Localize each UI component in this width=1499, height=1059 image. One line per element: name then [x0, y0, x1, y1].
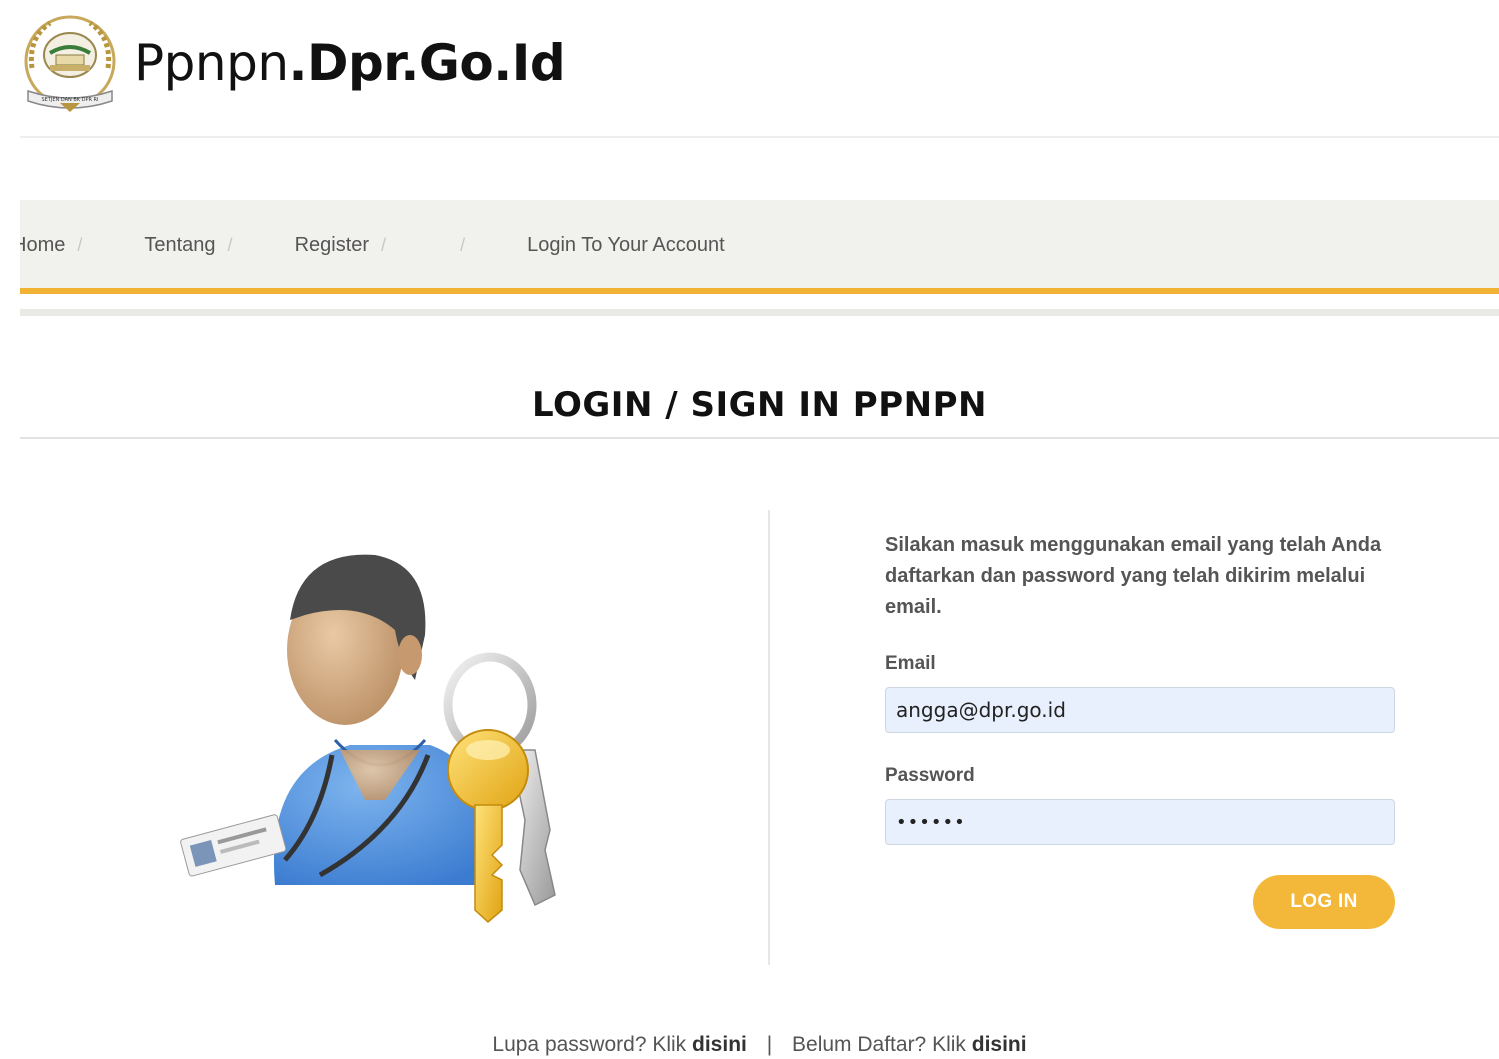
nav-separator: /	[227, 234, 233, 255]
site-title[interactable]: Ppnpn.Dpr.Go.Id	[134, 34, 566, 92]
nav-accent-bar	[20, 288, 1499, 294]
email-field[interactable]: angga@dpr.go.id	[885, 687, 1395, 733]
nav-item-tentang[interactable]: Tentang	[144, 234, 215, 257]
site-title-light: Ppnpn	[134, 34, 289, 92]
nav-separator: /	[381, 234, 387, 255]
register-link[interactable]: disini	[972, 1033, 1027, 1056]
nav-separator: /	[460, 234, 466, 255]
column-divider	[768, 510, 770, 965]
password-label: Password	[885, 765, 975, 786]
nav-item-register[interactable]: Register	[295, 234, 369, 257]
logo-text: SETJEN DAN BK DPR RI	[41, 97, 98, 103]
title-divider	[20, 437, 1499, 439]
forgot-password-link[interactable]: disini	[692, 1033, 747, 1056]
site-title-bold: .Dpr.Go.Id	[288, 34, 566, 92]
nav-separator: /	[77, 234, 83, 255]
breadcrumb-nav: Home / Tentang / Register / / Login To Y…	[20, 200, 1499, 290]
login-form: Silakan masuk menggunakan email yang tel…	[885, 530, 1395, 929]
forgot-password-text: Lupa password? Klik	[492, 1033, 693, 1056]
footer-separator: |	[766, 1033, 773, 1056]
login-instructions: Silakan masuk menggunakan email yang tel…	[885, 534, 1382, 618]
header-divider	[20, 136, 1499, 138]
nav-item-home[interactable]: Home	[20, 234, 65, 257]
nav-bottom-bar	[20, 309, 1499, 316]
page-title: LOGIN / SIGN IN PPNPN	[532, 385, 987, 425]
user-with-keys-icon	[180, 554, 556, 924]
password-field[interactable]: ••••••	[885, 799, 1395, 845]
site-header: SETJEN DAN BK DPR RI Ppnpn.Dpr.Go.Id	[20, 8, 566, 118]
nav-item-login[interactable]: Login To Your Account	[527, 234, 725, 257]
footer-links: Lupa password? Klik disini | Belum Dafta…	[20, 1033, 1499, 1057]
email-label: Email	[885, 653, 936, 674]
register-text: Belum Daftar? Klik	[792, 1033, 972, 1056]
dpr-emblem-icon[interactable]: SETJEN DAN BK DPR RI	[20, 13, 120, 113]
login-button[interactable]: LOG IN	[1253, 875, 1395, 929]
